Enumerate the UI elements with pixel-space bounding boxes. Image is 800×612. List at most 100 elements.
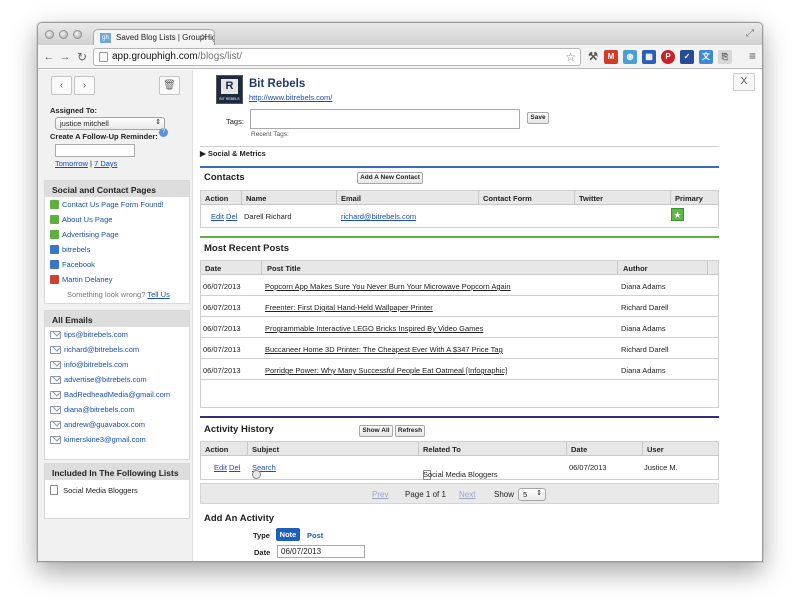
left-sidebar: ‹ › 🗑 Assigned To: justice mitchell ⇕ Cr… (38, 70, 193, 561)
next-blog-button[interactable]: › (74, 76, 95, 95)
delete-activity-link[interactable]: Del (229, 463, 240, 472)
close-window-button[interactable] (45, 30, 54, 39)
close-panel-button[interactable]: X (733, 73, 755, 91)
primary-star-icon[interactable]: ★ (671, 208, 684, 221)
translate-extension-icon[interactable]: 文 (699, 50, 713, 64)
type-note-button[interactable]: Note (276, 528, 300, 541)
previous-blog-button[interactable]: ‹ (51, 76, 72, 95)
social-page-item[interactable]: Advertising Page (45, 227, 189, 242)
browser-toolbar: ← → ↻ app.grouphigh.com/blogs/list/ ☆ ⚒ … (38, 45, 762, 69)
envelope-icon (50, 391, 61, 399)
post-title-link[interactable]: Popcorn App Makes Sure You Never Burn Yo… (265, 282, 511, 291)
col-primary: Primary (675, 194, 703, 203)
address-bar[interactable]: app.grouphigh.com/blogs/list/ ☆ (93, 48, 581, 66)
social-page-item[interactable]: About Us Page (45, 212, 189, 227)
contact-email-link[interactable]: richard@bitrebels.com (341, 212, 416, 221)
social-page-label: Contact Us Page Form Found! (62, 200, 164, 209)
post-title-link[interactable]: Buccaneer Home 3D Printer: The Cheapest … (265, 345, 503, 354)
refresh-button[interactable]: Refresh (395, 425, 425, 437)
wrench-icon[interactable]: ⚒ (586, 50, 600, 64)
post-title-link[interactable]: Freenter: First Digital Hand-Held Wallpa… (265, 303, 433, 312)
tomorrow-link[interactable]: Tomorrow (55, 159, 88, 168)
forward-icon[interactable]: → (58, 50, 72, 64)
email-item[interactable]: andrew@guavabox.com (45, 417, 189, 432)
col-activity-date: Date (571, 445, 588, 454)
activity-title: Activity History (204, 424, 274, 435)
trash-icon[interactable]: 🗑 (159, 76, 180, 95)
help-icon[interactable]: ? (159, 128, 168, 137)
social-page-label: Advertising Page (62, 230, 119, 239)
tags-input[interactable] (250, 109, 520, 129)
email-item[interactable]: info@bitrebels.com (45, 357, 189, 372)
email-address: diana@bitrebels.com (64, 405, 135, 414)
col-author: Author (623, 264, 648, 273)
lists-panel: Included In The Following Lists Social M… (44, 463, 190, 519)
assigned-to-value: justice mitchell (60, 119, 109, 128)
reload-icon[interactable]: ↻ (75, 50, 89, 64)
col-post-title: Post Title (267, 264, 301, 273)
email-item[interactable]: richard@bitrebels.com (45, 342, 189, 357)
social-page-item[interactable]: bitrebels (45, 242, 189, 257)
social-page-item[interactable]: Facebook (45, 257, 189, 272)
title-bar: gh Saved Blog Lists | GroupHigh ✕ ⤢ (38, 23, 762, 46)
blog-url-link[interactable]: http://www.bitrebels.com/ (249, 93, 332, 102)
post-author: Richard Darell (621, 303, 669, 312)
contact-name: Darell Richard (244, 212, 292, 221)
delete-contact-link[interactable]: Del (226, 212, 237, 221)
browser-tab[interactable]: gh Saved Blog Lists | GroupHigh ✕ (93, 29, 215, 46)
post-date: 06/07/2013 (203, 345, 241, 354)
email-item[interactable]: tips@bitrebels.com (45, 327, 189, 342)
social-page-item[interactable]: Contact Us Page Form Found! (45, 197, 189, 212)
save-tags-button[interactable]: Save (527, 112, 549, 124)
email-address: BadRedheadMedia@gmail.com (64, 390, 171, 399)
type-label: Type (253, 531, 270, 540)
prev-page-link[interactable]: Prev (372, 490, 388, 499)
type-post-button[interactable]: Post (307, 531, 323, 540)
page-size-select[interactable]: 5 ⇕ (518, 488, 546, 501)
activity-date-input[interactable]: 06/07/2013 (277, 545, 365, 558)
url-host: app.grouphigh.com (112, 51, 198, 62)
zoom-window-button[interactable] (73, 30, 82, 39)
fullscreen-icon[interactable]: ⤢ (746, 28, 754, 39)
page-found-icon (50, 230, 59, 239)
clipboard-extension-icon[interactable]: ⎘ (718, 50, 732, 64)
reminder-input[interactable] (55, 144, 135, 157)
checkbox-extension-icon[interactable]: ✓ (680, 50, 694, 64)
tell-us-link[interactable]: Tell Us (147, 290, 170, 299)
email-address: kimerskine3@gmail.com (64, 435, 146, 444)
email-item[interactable]: kimerskine3@gmail.com (45, 432, 189, 447)
email-item[interactable]: advertise@bitrebels.com (45, 372, 189, 387)
social-pages-panel: Social and Contact Pages Contact Us Page… (44, 180, 190, 304)
add-contact-button[interactable]: Add A New Contact (357, 172, 423, 184)
blog-logo-mark: R (221, 79, 238, 94)
globe-extension-icon[interactable]: ◍ (623, 50, 637, 64)
social-metrics-toggle[interactable]: ▶ Social & Metrics (200, 149, 266, 158)
menu-icon[interactable]: ≡ (749, 49, 756, 63)
bookmark-star-icon[interactable]: ☆ (565, 50, 576, 64)
post-author: Diana Adams (621, 324, 666, 333)
pinterest-icon[interactable]: P (661, 50, 675, 64)
minimize-window-button[interactable] (59, 30, 68, 39)
gmail-icon[interactable]: M (604, 50, 618, 64)
back-icon[interactable]: ← (42, 50, 56, 64)
grouphigh-favicon-icon: gh (100, 33, 111, 43)
expand-triangle-icon: ▶ (200, 149, 206, 158)
calendar-extension-icon[interactable]: ▦ (642, 50, 656, 64)
social-page-item[interactable]: Martin Delaney (45, 272, 189, 287)
email-item[interactable]: BadRedheadMedia@gmail.com (45, 387, 189, 402)
col-contact-form: Contact Form (483, 194, 532, 203)
page-found-icon (50, 215, 59, 224)
seven-days-link[interactable]: 7 Days (94, 159, 117, 168)
assigned-to-select[interactable]: justice mitchell ⇕ (55, 117, 165, 130)
emails-title: All Emails (45, 311, 189, 327)
post-title-link[interactable]: Programmable Interactive LEGO Bricks Ins… (265, 324, 483, 333)
email-item[interactable]: diana@bitrebels.com (45, 402, 189, 417)
tab-close-icon[interactable]: ✕ (200, 32, 208, 43)
next-page-link[interactable]: Next (459, 490, 475, 499)
show-all-button[interactable]: Show All (359, 425, 393, 437)
social-page-label: bitrebels (62, 245, 91, 254)
edit-contact-link[interactable]: Edit (211, 212, 224, 221)
post-title-link[interactable]: Porridge Power: Why Many Successful Peop… (265, 366, 507, 375)
edit-activity-link[interactable]: Edit (214, 463, 227, 472)
email-address: tips@bitrebels.com (64, 330, 128, 339)
